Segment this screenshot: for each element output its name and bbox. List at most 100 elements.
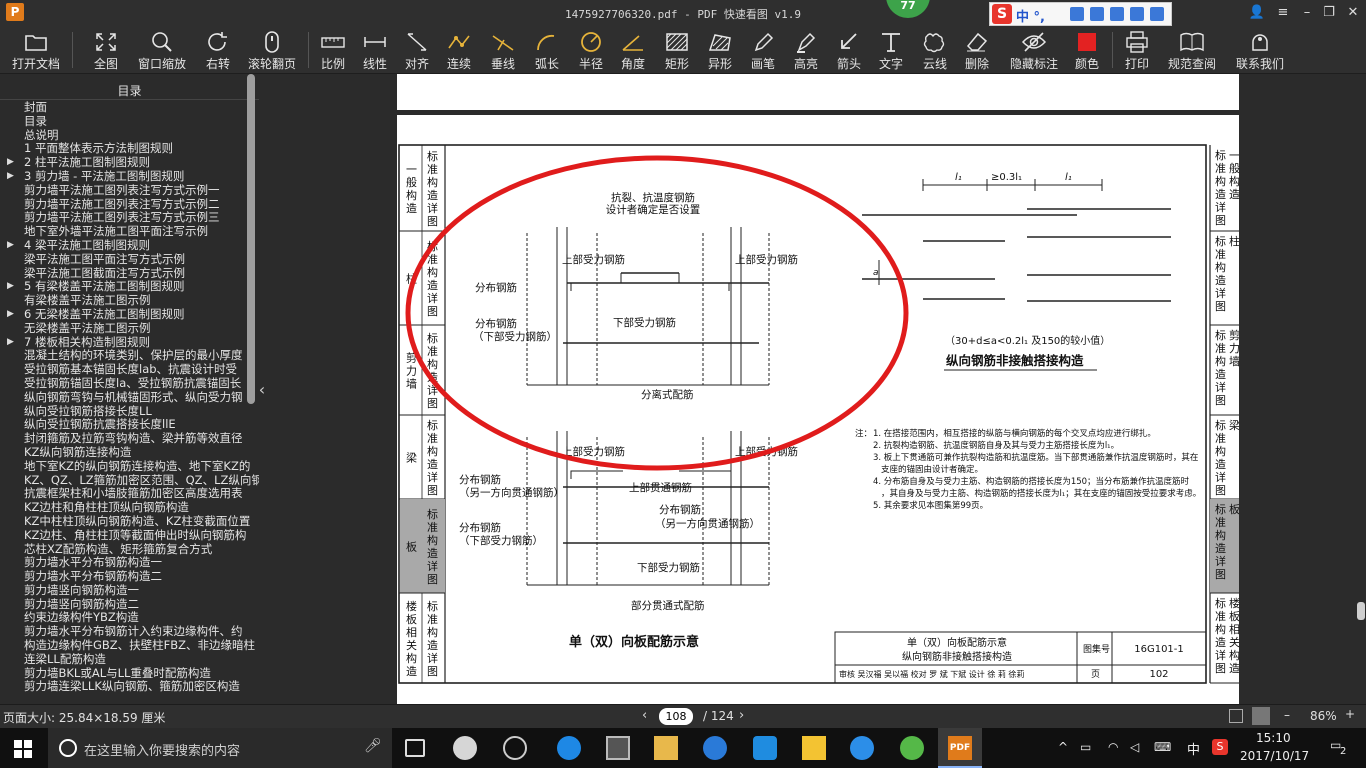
toc-item[interactable]: KZ中柱柱顶纵向钢筋构造、KZ柱变截面位置 [0, 514, 259, 528]
toc-item[interactable]: KZ纵向钢筋连接构造 [0, 445, 259, 459]
angle-button[interactable]: 角度 [616, 28, 650, 72]
open-document-button[interactable]: 打开文档 [8, 28, 64, 72]
toc-item[interactable]: 剪力墙水平分布钢筋计入约束边缘构件、约 [0, 624, 259, 638]
align-button[interactable]: 对齐 [400, 28, 434, 72]
toc-item[interactable]: 剪力墙平法施工图列表注写方式示例二 [0, 197, 259, 211]
store-icon[interactable] [606, 736, 630, 760]
restore-icon[interactable]: ❐ [1318, 3, 1340, 23]
toc-item[interactable]: KZ、QZ、LZ箍筋加密区范围、QZ、LZ纵向钢 [0, 473, 259, 487]
scale-button[interactable]: 比例 [316, 28, 350, 72]
arc-length-button[interactable]: 弧长 [530, 28, 564, 72]
pdf-viewer-taskbar-item[interactable]: PDF [938, 728, 982, 768]
toc-item[interactable]: 剪力墙BKL或AL与LL重叠时配筋构造 [0, 666, 259, 680]
expand-arrow-icon[interactable]: ▶ [7, 238, 14, 252]
ie-browser-icon[interactable] [703, 736, 727, 760]
green-browser-icon[interactable] [900, 736, 924, 760]
fan-app-icon[interactable] [453, 736, 477, 760]
radius-button[interactable]: 半径 [574, 28, 608, 72]
toc-item[interactable]: 梁平法施工图平面注写方式示例 [0, 252, 259, 266]
menu-icon[interactable]: ≡ [1272, 3, 1294, 23]
swirl-app-icon[interactable] [503, 736, 527, 760]
linear-button[interactable]: 线性 [358, 28, 392, 72]
toc-item[interactable]: 剪力墙水平分布钢筋构造一 [0, 555, 259, 569]
toc-item[interactable]: KZ边柱、角柱柱顶等截面伸出时纵向钢筋构 [0, 528, 259, 542]
toc-item[interactable]: 剪力墙平法施工图列表注写方式示例一 [0, 183, 259, 197]
toc-item[interactable]: 约束边缘构件YBZ构造 [0, 610, 259, 624]
zoom-out-icon[interactable]: – [1284, 708, 1290, 722]
toc-item[interactable]: 地下室外墙平法施工图平面注写示例 [0, 224, 259, 238]
delete-button[interactable]: 删除 [960, 28, 994, 72]
task-view-icon[interactable] [405, 739, 425, 757]
keyboard-icon[interactable] [1090, 7, 1104, 21]
toc-item[interactable]: ▶ 6 无梁楼盖平法施工图制图规则 [0, 307, 259, 321]
wrench-icon[interactable] [1150, 7, 1164, 21]
color-button[interactable]: 颜色 [1070, 28, 1104, 72]
next-page-icon[interactable]: › [739, 708, 744, 723]
clock-time[interactable]: 15:10 [1256, 731, 1291, 745]
browser-app-icon[interactable] [850, 736, 874, 760]
ime-toolbar[interactable]: S 中 °, [989, 2, 1172, 26]
toc-item[interactable]: 封面 [0, 100, 259, 114]
toc-item[interactable]: 1 平面整体表示方法制图规则 [0, 141, 259, 155]
windows-start-icon[interactable] [14, 740, 32, 758]
cloud-line-button[interactable]: 云线 [918, 28, 952, 72]
document-viewer[interactable]: 一般构造 标准构造详图柱标准构造详图 剪力墙 标准构造详图梁标准构造详图板标准构造详图… [268, 74, 1366, 704]
toc-item[interactable]: ▶ 3 剪力墙 - 平法施工图制图规则 [0, 169, 259, 183]
perpendicular-button[interactable]: 垂线 [486, 28, 520, 72]
toc-item[interactable]: 剪力墙平法施工图列表注写方式示例三 [0, 210, 259, 224]
tray-battery-icon[interactable]: ▭ [1080, 740, 1091, 754]
file-explorer-icon[interactable] [654, 736, 678, 760]
toc-item[interactable]: 受拉钢筋锚固长度la、受拉钢筋抗震锚固长 [0, 376, 259, 390]
toc-item[interactable]: 无梁楼盖平法施工图示例 [0, 321, 259, 335]
expand-arrow-icon[interactable]: ▶ [7, 335, 14, 349]
toc-item[interactable]: 总说明 [0, 128, 259, 142]
toc-item[interactable]: 受拉钢筋基本锚固长度lab、抗震设计时受 [0, 362, 259, 376]
tray-chevron-icon[interactable]: ^ [1058, 740, 1068, 754]
toc-item[interactable]: 梁平法施工图截面注写方式示例 [0, 266, 259, 280]
toc-scrollbar[interactable] [247, 74, 255, 404]
toc-item[interactable]: ▶ 5 有梁楼盖平法施工图制图规则 [0, 279, 259, 293]
toc-item[interactable]: 剪力墙连梁LLK纵向钢筋、箍筋加密区构造 [0, 679, 259, 693]
window-zoom-button[interactable]: 窗口缩放 [134, 28, 190, 72]
continuous-button[interactable]: 连续 [442, 28, 476, 72]
print-button[interactable]: 打印 [1120, 28, 1154, 72]
highlight-button[interactable]: 高亮 [789, 28, 823, 72]
tray-keyboard-icon[interactable]: ⌨ [1154, 740, 1171, 754]
standards-lookup-button[interactable]: 规范查阅 [1164, 28, 1220, 72]
toc-item[interactable]: 连梁LL配筋构造 [0, 652, 259, 666]
toc-item[interactable]: KZ边柱和角柱柱顶纵向钢筋构造 [0, 500, 259, 514]
clock-date[interactable]: 2017/10/17 [1240, 749, 1309, 763]
tray-volume-icon[interactable]: ◁ [1130, 740, 1139, 754]
emoji-icon[interactable] [1110, 7, 1124, 21]
microphone-icon[interactable] [1070, 7, 1084, 21]
single-page-icon[interactable] [1252, 707, 1270, 725]
close-icon[interactable]: ✕ [1342, 3, 1364, 23]
minimize-icon[interactable]: – [1296, 3, 1318, 23]
expand-arrow-icon[interactable]: ▶ [7, 279, 14, 293]
expand-arrow-icon[interactable]: ▶ [7, 169, 14, 183]
toc-item[interactable]: 纵向钢筋弯钩与机械锚固形式、纵向受力钢 [0, 390, 259, 404]
user-icon[interactable]: 👤 [1246, 3, 1268, 23]
fit-page-button[interactable]: 全图 [86, 28, 126, 72]
toc-item[interactable]: 地下室KZ的纵向钢筋连接构造、地下室KZ的 [0, 459, 259, 473]
tray-sogou-icon[interactable]: S [1212, 739, 1228, 755]
toc-item[interactable]: 纵向受拉钢筋搭接长度LL [0, 404, 259, 418]
tray-ime[interactable]: 中 [1187, 739, 1200, 758]
tray-wifi-icon[interactable]: ◠ [1108, 740, 1118, 754]
double-page-icon[interactable] [1229, 709, 1243, 723]
hide-annotations-button[interactable]: 隐藏标注 [1006, 28, 1062, 72]
teamviewer-icon[interactable] [753, 736, 777, 760]
toc-item[interactable]: 剪力墙竖向钢筋构造二 [0, 597, 259, 611]
toc-item[interactable]: 目录 [0, 114, 259, 128]
toc-item[interactable]: 封闭箍筋及拉筋弯钩构造、梁并筋等效直径 [0, 431, 259, 445]
irregular-button[interactable]: 异形 [703, 28, 737, 72]
toc-item[interactable]: ▶ 7 楼板相关构造制图规则 [0, 335, 259, 349]
expand-arrow-icon[interactable]: ▶ [7, 155, 14, 169]
toc-item[interactable]: 混凝土结构的环境类别、保护层的最小厚度 [0, 348, 259, 362]
toc-item[interactable]: 有梁楼盖平法施工图示例 [0, 293, 259, 307]
contact-us-button[interactable]: 联系我们 [1232, 28, 1288, 72]
text-button[interactable]: 文字 [874, 28, 908, 72]
toc-item[interactable]: ▶ 4 梁平法施工图制图规则 [0, 238, 259, 252]
expand-arrow-icon[interactable]: ▶ [7, 307, 14, 321]
taskbar-search[interactable]: 在这里输入你要搜索的内容 🎤︎ [48, 728, 392, 768]
